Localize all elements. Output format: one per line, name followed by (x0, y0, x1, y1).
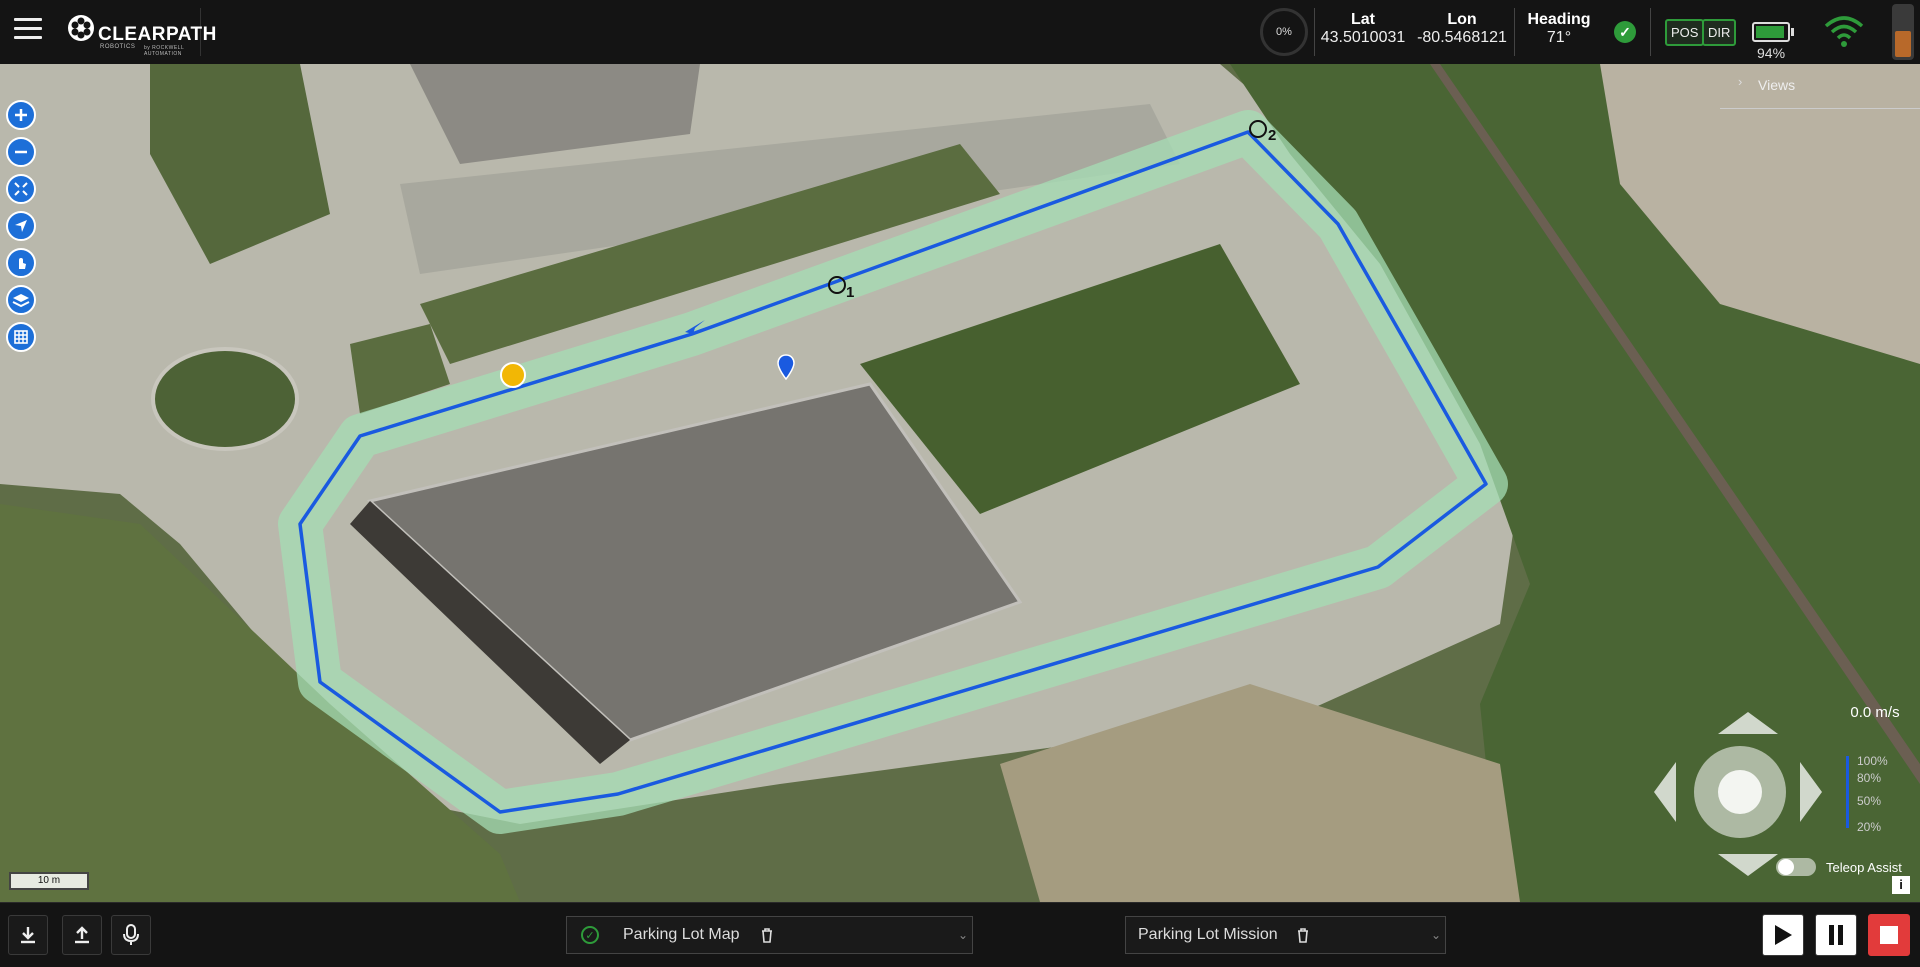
lat-group: Lat 43.5010031 (1318, 11, 1408, 47)
clearpath-logo-icon (68, 15, 94, 41)
speed-readout: 0.0 m/s (1850, 704, 1900, 721)
grid-icon (14, 330, 28, 344)
divider (1314, 8, 1315, 56)
grid-button[interactable] (6, 322, 36, 352)
heading-label: Heading (1527, 11, 1591, 28)
lat-label: Lat (1351, 11, 1375, 28)
arrow-down-icon[interactable] (1718, 854, 1778, 876)
download-icon (21, 927, 35, 944)
stop-icon (1880, 926, 1898, 944)
brand-sub: ROBOTICS (100, 44, 136, 50)
speed-levels: 100% 80% 50% 20% (1857, 754, 1888, 840)
brand-sub2: by ROCKWELL AUTOMATION (144, 45, 185, 57)
pan-icon (19, 258, 26, 269)
progress-dial: 0% (1260, 8, 1308, 56)
arrow-left-icon[interactable] (1654, 762, 1676, 822)
pan-button[interactable] (6, 248, 36, 278)
wifi-icon (1824, 16, 1864, 47)
layers-button[interactable] (6, 285, 36, 315)
fit-icon (14, 182, 28, 196)
info-icon[interactable]: i (1892, 876, 1910, 894)
teleop-assist-label: Teleop Assist (1826, 860, 1902, 875)
locate-icon (15, 220, 27, 232)
brand-logo: CLEARPATH ROBOTICS by ROCKWELL AUTOMATIO… (60, 8, 216, 57)
pause-button[interactable] (1815, 914, 1857, 956)
waypoint-label-2: 2 (1268, 127, 1277, 144)
menu-icon[interactable] (14, 12, 42, 45)
arrow-right-icon[interactable] (1800, 762, 1822, 822)
upload-button[interactable] (62, 915, 102, 955)
speed-level-100[interactable]: 100% (1857, 754, 1888, 768)
microphone-icon (123, 924, 139, 945)
chevron-down-icon: ⌄ (957, 928, 968, 942)
heading-value: 71° (1546, 29, 1572, 46)
battery-fill (1756, 26, 1785, 38)
zoom-out-button[interactable] (6, 137, 36, 167)
map-status-icon: ✓ (581, 926, 599, 944)
teleop-assist-toggle[interactable] (1776, 858, 1816, 876)
speed-level-80[interactable]: 80% (1857, 768, 1888, 788)
mission-select-value: Parking Lot Mission (1138, 926, 1278, 943)
chevron-right-icon: › (1738, 74, 1743, 89)
signal-level-icon (1892, 4, 1914, 60)
waypoint-label-1: 1 (846, 284, 855, 301)
battery-tip (1791, 28, 1794, 36)
stop-button[interactable] (1868, 914, 1910, 956)
views-label: Views (1758, 77, 1796, 93)
signal-level-fill (1895, 31, 1911, 57)
battery-icon (1752, 22, 1790, 42)
satellite-map (0, 64, 1920, 902)
trash-icon[interactable] (1296, 927, 1310, 943)
speed-level-bar[interactable] (1846, 756, 1849, 828)
play-icon (1775, 925, 1792, 945)
zoom-out-icon (15, 150, 27, 154)
robot-marker-icon[interactable] (777, 354, 795, 380)
speed-level-20[interactable]: 20% (1857, 814, 1888, 840)
joystick-knob[interactable] (1718, 770, 1762, 814)
waypoint-icon[interactable] (828, 276, 846, 294)
divider (1514, 8, 1515, 56)
lon-value: -80.5468121 (1417, 29, 1507, 46)
map-scale: 10 m (9, 872, 89, 890)
trash-icon[interactable] (760, 927, 774, 943)
toggle-knob (1778, 859, 1794, 875)
base-station-icon[interactable] (500, 362, 526, 388)
views-panel[interactable]: › Views (1720, 64, 1920, 109)
play-button[interactable] (1762, 914, 1804, 956)
download-button[interactable] (8, 915, 48, 955)
map-toolbar (6, 100, 36, 352)
waypoint-icon[interactable] (1249, 120, 1267, 138)
microphone-button[interactable] (111, 915, 151, 955)
zoom-in-button[interactable] (6, 100, 36, 130)
bottom-bar: ✓ Parking Lot Map ⌄ Parking Lot Mission … (0, 902, 1920, 967)
status-ok-icon: ✓ (1614, 21, 1636, 43)
top-bar: CLEARPATH ROBOTICS by ROCKWELL AUTOMATIO… (0, 0, 1920, 65)
battery-value: 94% (1757, 45, 1786, 61)
arrow-up-icon[interactable] (1718, 712, 1778, 734)
route-direction-icon (685, 320, 705, 334)
lat-value: 43.5010031 (1320, 29, 1406, 46)
map-view[interactable]: 1 2 › Views 10 m 0.0 m/s 100% 80% 50% 20… (0, 64, 1920, 902)
mission-select[interactable]: Parking Lot Mission ⌄ (1125, 916, 1446, 954)
heading-group: Heading 71° (1518, 11, 1600, 47)
lon-label: Lon (1447, 11, 1477, 28)
upload-icon (75, 926, 89, 944)
dir-badge: DIR (1702, 19, 1737, 46)
locate-button[interactable] (6, 211, 36, 241)
teleop-joystick[interactable] (1652, 704, 1828, 880)
pos-badge: POS (1665, 19, 1705, 46)
speed-level-50[interactable]: 50% (1857, 788, 1888, 814)
zoom-in-icon (15, 109, 27, 121)
pause-icon (1829, 925, 1843, 945)
fit-button[interactable] (6, 174, 36, 204)
chevron-down-icon: ⌄ (1430, 928, 1441, 942)
brand-name: CLEARPATH (98, 24, 217, 45)
lon-group: Lon -80.5468121 (1413, 11, 1511, 47)
map-select[interactable]: ✓ Parking Lot Map ⌄ (566, 916, 973, 954)
divider (1650, 8, 1651, 56)
layers-icon (12, 294, 30, 308)
map-select-value: Parking Lot Map (623, 926, 740, 943)
